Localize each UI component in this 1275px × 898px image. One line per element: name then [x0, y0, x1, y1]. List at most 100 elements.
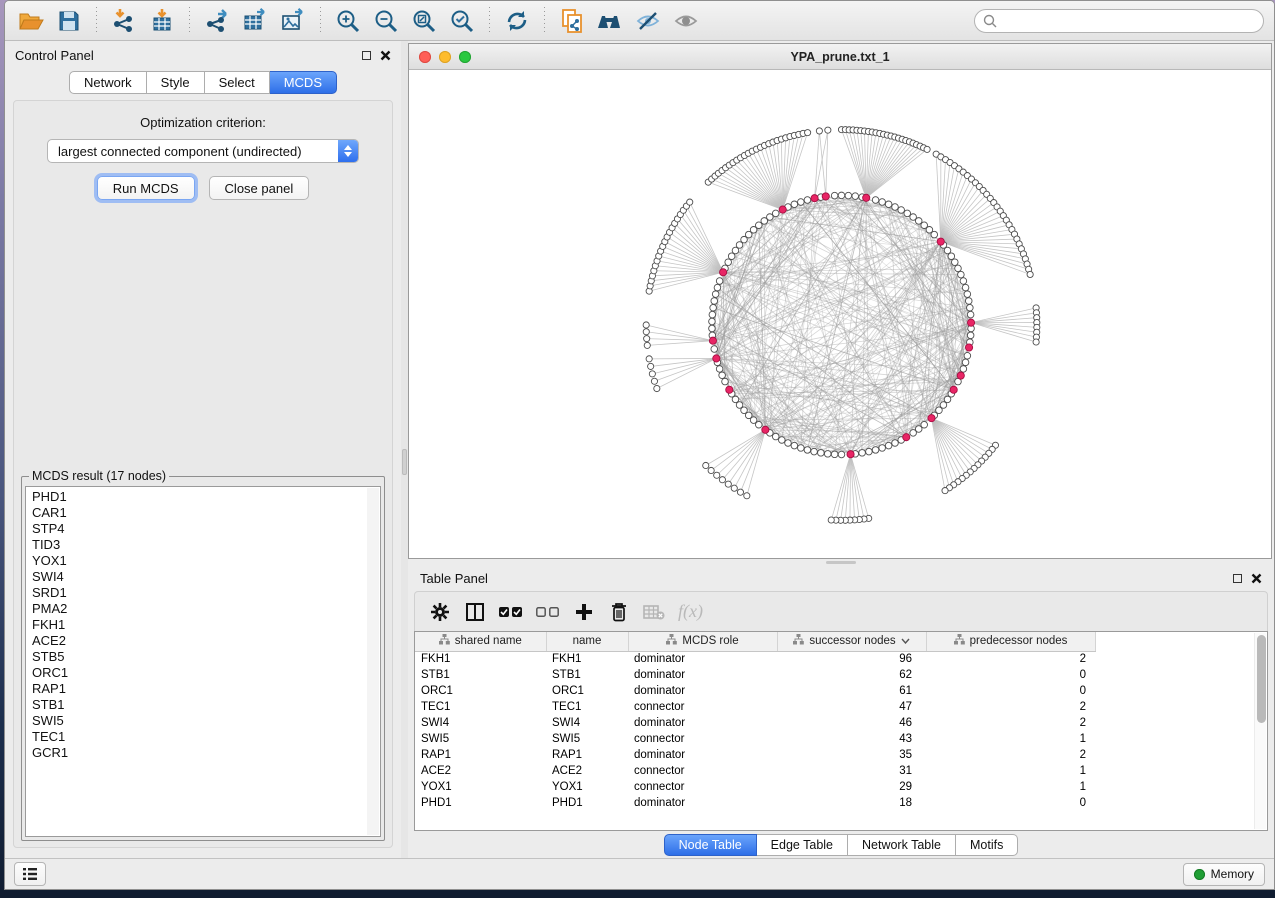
table-row[interactable]: SWI5SWI5connector431: [415, 731, 1107, 747]
graph-leaf-node[interactable]: [643, 322, 649, 328]
column-header-predecessor-nodes[interactable]: predecessor nodes: [926, 632, 1095, 651]
cell-predecessor-nodes[interactable]: 1: [926, 779, 1095, 795]
clone-network-icon[interactable]: [556, 6, 588, 36]
cell-mcds-role[interactable]: connector: [628, 699, 777, 715]
graph-node[interactable]: [716, 366, 723, 373]
mcds-node-item[interactable]: RAP1: [32, 681, 374, 697]
graph-mcds-hub-node[interactable]: [903, 434, 910, 441]
graph-node[interactable]: [818, 450, 825, 457]
graph-leaf-node[interactable]: [719, 477, 725, 483]
graph-node[interactable]: [921, 421, 928, 428]
graph-node[interactable]: [960, 278, 967, 285]
graph-node[interactable]: [962, 284, 969, 291]
graph-node[interactable]: [967, 311, 974, 318]
search-box[interactable]: [974, 9, 1264, 33]
cell-mcds-role[interactable]: connector: [628, 731, 777, 747]
hide-selection-icon[interactable]: [632, 6, 664, 36]
graph-mcds-hub-node[interactable]: [822, 193, 829, 200]
graph-node[interactable]: [948, 253, 955, 260]
cell-successor-nodes[interactable]: 96: [777, 651, 926, 667]
window-close-icon[interactable]: [419, 51, 431, 63]
graph-node[interactable]: [709, 325, 716, 332]
cell-successor-nodes[interactable]: 61: [777, 683, 926, 699]
cell-successor-nodes[interactable]: 18: [777, 795, 926, 811]
node-table[interactable]: shared namenameMCDS rolesuccessor nodesp…: [415, 632, 1107, 811]
graph-node[interactable]: [791, 442, 798, 449]
graph-leaf-node[interactable]: [737, 489, 743, 495]
graph-mcds-hub-node[interactable]: [720, 269, 727, 276]
mcds-node-item[interactable]: FKH1: [32, 617, 374, 633]
network-canvas[interactable]: [409, 70, 1271, 558]
vertical-splitter[interactable]: [401, 41, 408, 858]
cell-mcds-role[interactable]: dominator: [628, 683, 777, 699]
graph-node[interactable]: [709, 318, 716, 325]
graph-node[interactable]: [955, 265, 962, 272]
cell-predecessor-nodes[interactable]: 1: [926, 763, 1095, 779]
mcds-node-item[interactable]: SRD1: [32, 585, 374, 601]
graph-node[interactable]: [712, 291, 719, 298]
graph-mcds-hub-node[interactable]: [863, 194, 870, 201]
graph-mcds-hub-node[interactable]: [709, 337, 716, 344]
graph-node[interactable]: [722, 378, 729, 385]
cell-successor-nodes[interactable]: 31: [777, 763, 926, 779]
tab-network[interactable]: Network: [69, 71, 147, 94]
graph-node[interactable]: [779, 437, 786, 444]
cell-predecessor-nodes[interactable]: 0: [926, 667, 1095, 683]
cell-shared-name[interactable]: SWI5: [415, 731, 546, 747]
table-scrollbar[interactable]: [1254, 633, 1266, 829]
table-row[interactable]: YOX1YOX1connector291: [415, 779, 1107, 795]
graph-node[interactable]: [831, 451, 838, 458]
graph-leaf-node[interactable]: [648, 363, 654, 369]
graph-node[interactable]: [709, 311, 716, 318]
tab-mcds[interactable]: MCDS: [270, 71, 337, 94]
cell-predecessor-nodes[interactable]: 0: [926, 795, 1095, 811]
graph-leaf-node[interactable]: [654, 385, 660, 391]
mcds-list-scrollbar[interactable]: [367, 488, 379, 835]
graph-node[interactable]: [798, 199, 805, 206]
table-row[interactable]: STB1STB1dominator620: [415, 667, 1107, 683]
cell-successor-nodes[interactable]: 43: [777, 731, 926, 747]
graph-leaf-node[interactable]: [942, 487, 948, 493]
cell-predecessor-nodes[interactable]: 0: [926, 683, 1095, 699]
tab-motifs[interactable]: Motifs: [956, 834, 1018, 856]
graph-node[interactable]: [964, 291, 971, 298]
cell-predecessor-nodes[interactable]: 2: [926, 715, 1095, 731]
cell-name[interactable]: RAP1: [546, 747, 628, 763]
cell-successor-nodes[interactable]: 46: [777, 715, 926, 731]
cell-name[interactable]: SWI4: [546, 715, 628, 731]
graph-leaf-node[interactable]: [825, 127, 831, 133]
graph-leaf-node[interactable]: [924, 146, 930, 152]
graph-mcds-hub-node[interactable]: [965, 344, 972, 351]
apply-layout-icon[interactable]: [501, 6, 533, 36]
graph-node[interactable]: [904, 210, 911, 217]
close-panel-icon[interactable]: [1251, 573, 1262, 584]
graph-node[interactable]: [962, 359, 969, 366]
graph-mcds-hub-node[interactable]: [957, 372, 964, 379]
graph-leaf-node[interactable]: [643, 329, 649, 335]
show-all-icon[interactable]: [670, 6, 702, 36]
graph-node[interactable]: [915, 218, 922, 225]
export-image-icon[interactable]: [277, 6, 309, 36]
graph-node[interactable]: [824, 451, 831, 458]
graph-leaf-node[interactable]: [725, 481, 731, 487]
graph-node[interactable]: [852, 193, 859, 200]
mcds-node-item[interactable]: GCR1: [32, 745, 374, 761]
mcds-node-item[interactable]: ORC1: [32, 665, 374, 681]
graph-node[interactable]: [804, 197, 811, 204]
graph-node[interactable]: [831, 192, 838, 199]
cell-name[interactable]: FKH1: [546, 651, 628, 667]
window-minimize-icon[interactable]: [439, 51, 451, 63]
graph-leaf-node[interactable]: [646, 356, 652, 362]
cell-name[interactable]: STB1: [546, 667, 628, 683]
criterion-dropdown[interactable]: largest connected component (undirected): [47, 139, 359, 163]
float-panel-icon[interactable]: [1233, 574, 1242, 583]
graph-mcds-hub-node[interactable]: [811, 195, 818, 202]
graph-node[interactable]: [879, 445, 886, 452]
graph-leaf-node[interactable]: [744, 493, 750, 499]
deselect-all-checkbox-icon[interactable]: [536, 600, 560, 624]
cell-name[interactable]: PHD1: [546, 795, 628, 811]
graph-leaf-node[interactable]: [644, 342, 650, 348]
cell-mcds-role[interactable]: connector: [628, 763, 777, 779]
horizontal-splitter[interactable]: [408, 559, 1274, 566]
zoom-in-icon[interactable]: [332, 6, 364, 36]
